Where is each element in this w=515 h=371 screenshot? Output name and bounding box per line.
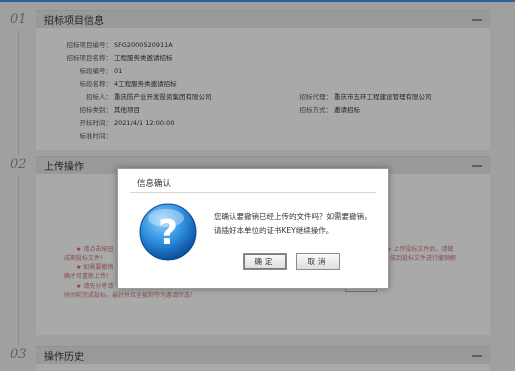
- dialog-message: 您确认要撤销已经上传的文件吗？如需要撤销， 请插好本单位的证书KEY继续操作。: [214, 212, 372, 235]
- question-icon: ?: [139, 203, 197, 261]
- ok-button[interactable]: 确定: [243, 253, 287, 270]
- dialog-title: 信息确认: [137, 179, 172, 189]
- confirm-dialog: 信息确认 ? 您确认要撤销已经上传的文件吗？如需要撤销， 请插好本单位的证书KE…: [117, 168, 389, 289]
- dialog-divider: [130, 192, 376, 193]
- svg-text:?: ?: [158, 213, 178, 253]
- cancel-button[interactable]: 取消: [296, 253, 340, 270]
